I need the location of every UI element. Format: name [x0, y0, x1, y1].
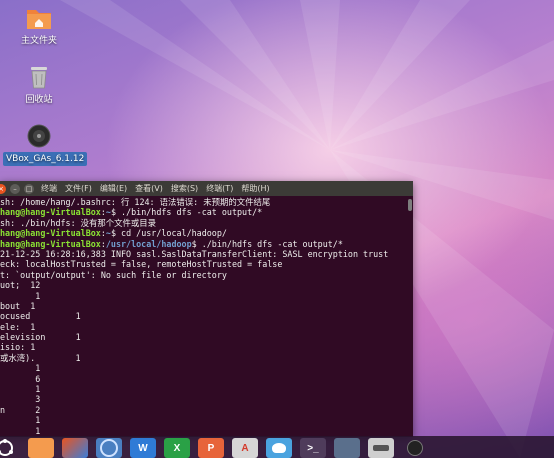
- menu-item-file[interactable]: 文件(F): [65, 183, 92, 194]
- desktop-icon-home[interactable]: 主文件夹: [3, 5, 75, 48]
- menu-item-edit[interactable]: 编辑(E): [100, 183, 127, 194]
- terminal-line: ele: 1: [0, 321, 36, 332]
- store-icon[interactable]: A: [232, 438, 258, 458]
- terminal-scrollbar[interactable]: [407, 196, 413, 437]
- trash-icon: [31, 67, 47, 89]
- vbox-icon[interactable]: [402, 438, 428, 458]
- terminal-line: 1: [0, 415, 41, 426]
- terminal-line: hang@hang-VirtualBox:~$ cd /usr/local/ha…: [0, 228, 227, 239]
- prompt-path: ~: [105, 207, 111, 218]
- terminal-line: sh: ./bin/hdfs: 没有那个文件或目录: [0, 217, 157, 228]
- terminal-line: hang@hang-VirtualBox:~$ ./bin/hdfs dfs -…: [0, 207, 263, 218]
- prompt-user: hang@hang-VirtualBox: [0, 228, 101, 239]
- terminal-icon[interactable]: >_: [300, 438, 326, 458]
- menu-item-view[interactable]: 查看(V): [135, 183, 163, 194]
- terminal-line: uot; 12: [0, 280, 41, 291]
- terminal-line: 或水湾). 1: [0, 352, 81, 363]
- disc-icon: [27, 124, 51, 148]
- folder-icon: [27, 10, 51, 29]
- ubuntu-icon[interactable]: [0, 438, 18, 458]
- menu-item-terminal[interactable]: 终端(T): [206, 183, 233, 194]
- terminal-line: 6: [0, 373, 41, 384]
- terminal-line: 1: [0, 290, 41, 301]
- menu-item-app[interactable]: 终端: [41, 183, 57, 194]
- terminal-line: sh: /home/hang/.bashrc: 行 124: 语法错误: 未预期…: [0, 197, 271, 207]
- chromium-icon[interactable]: [62, 438, 88, 458]
- terminal-line: elevision 1: [0, 332, 81, 343]
- writer-icon[interactable]: W: [130, 438, 156, 458]
- terminal-titlebar[interactable]: × – □ 终端 文件(F) 编辑(E) 查看(V) 搜索(S) 终端(T) 帮…: [0, 181, 413, 196]
- files-icon[interactable]: [28, 438, 54, 458]
- terminal-line: 21-12-25 16:28:16,383 INFO sasl.SaslData…: [0, 248, 389, 259]
- calc-icon[interactable]: X: [164, 438, 190, 458]
- terminal-line: 1: [0, 363, 41, 374]
- menu-bar: 终端 文件(F) 编辑(E) 查看(V) 搜索(S) 终端(T) 帮助(H): [41, 183, 278, 194]
- dock: W X P A >_: [0, 436, 554, 458]
- prompt-path: ~: [105, 228, 111, 239]
- terminal-line: hang@hang-VirtualBox:/usr/local/hadoop$ …: [0, 238, 343, 249]
- maximize-icon[interactable]: □: [24, 183, 34, 194]
- terminal-line: 1: [0, 384, 41, 395]
- terminal-line: bout 1: [0, 300, 36, 311]
- terminal-window[interactable]: × – □ 终端 文件(F) 编辑(E) 查看(V) 搜索(S) 终端(T) 帮…: [0, 181, 413, 437]
- scrollbar-thumb[interactable]: [408, 199, 412, 211]
- terminal-line: 3: [0, 394, 41, 405]
- window-icon[interactable]: [334, 438, 360, 458]
- menu-item-help[interactable]: 帮助(H): [241, 183, 269, 194]
- menu-item-search[interactable]: 搜索(S): [171, 183, 198, 194]
- desktop-icon-trash[interactable]: 回收站: [3, 64, 75, 107]
- prompt-path: /usr/local/hadoop: [105, 238, 192, 249]
- desktop-icon-label: 主文件夹: [20, 36, 57, 46]
- browser-icon[interactable]: [96, 438, 122, 458]
- desktop-icon-vbox[interactable]: VBox_GAs_6.1.12: [3, 123, 88, 166]
- desktop-icon-label: 回收站: [25, 95, 53, 105]
- terminal-line: isio: 1: [0, 342, 36, 353]
- desktop-icon-label: VBox_GAs_6.1.12: [3, 152, 88, 166]
- help-icon[interactable]: [266, 438, 292, 458]
- impress-icon[interactable]: P: [198, 438, 224, 458]
- close-icon[interactable]: ×: [0, 183, 6, 194]
- terminal-line: t: `output/output': No such file or dire…: [0, 269, 227, 280]
- prompt-user: hang@hang-VirtualBox: [0, 238, 101, 249]
- terminal-line: n 2: [0, 404, 41, 415]
- terminal-line: ocused 1: [0, 311, 81, 322]
- terminal-output[interactable]: sh: /home/hang/.bashrc: 行 124: 语法错误: 未预期…: [0, 196, 407, 437]
- prompt-user: hang@hang-VirtualBox: [0, 207, 101, 218]
- terminal-line: 1: [0, 425, 41, 436]
- disk-icon[interactable]: [368, 438, 394, 458]
- minimize-icon[interactable]: –: [10, 183, 20, 194]
- terminal-line: eck: localHostTrusted = false, remoteHos…: [0, 259, 283, 270]
